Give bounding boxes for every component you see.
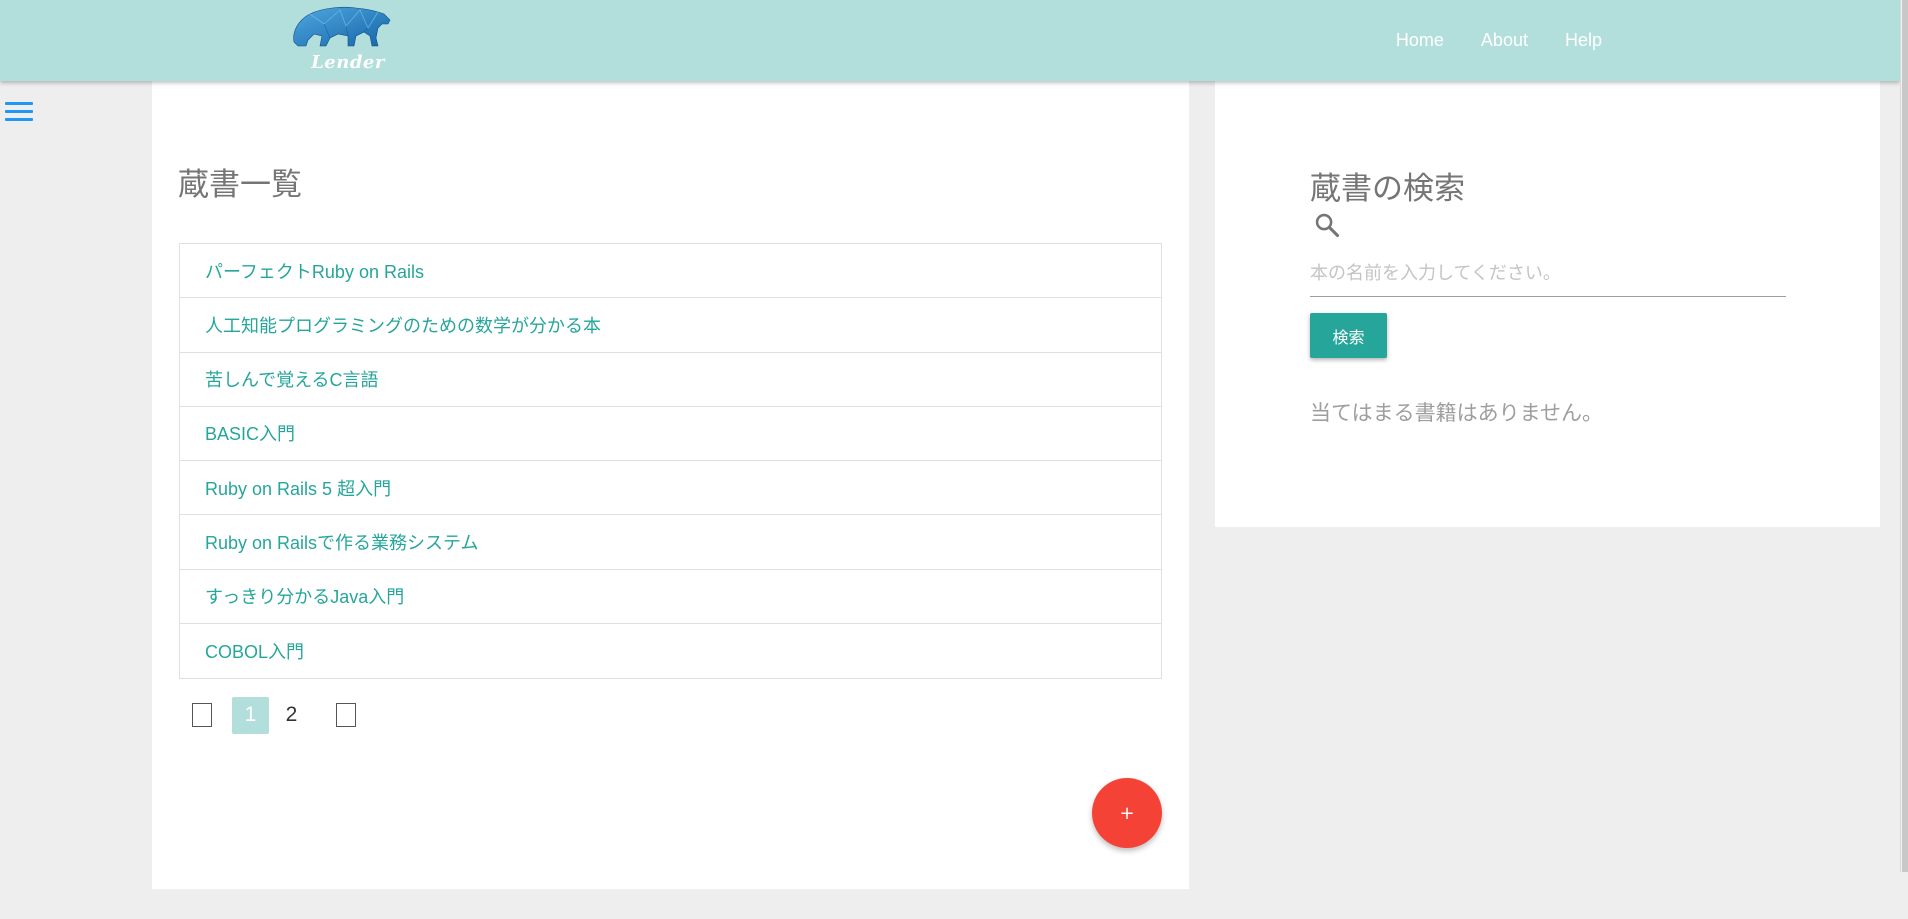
book-list-item[interactable]: Ruby on Rails 5 超入門 bbox=[180, 461, 1161, 516]
search-title: 蔵書の検索 bbox=[1310, 171, 1465, 207]
book-list-item[interactable]: パーフェクトRuby on Rails bbox=[180, 244, 1161, 299]
menu-icon-bar bbox=[5, 102, 33, 105]
top-navbar: Lender Home About Help bbox=[0, 0, 1900, 81]
book-list-item[interactable]: BASIC入門 bbox=[180, 407, 1161, 461]
pagination: 1 2 bbox=[192, 696, 356, 734]
book-list-item[interactable]: 人工知能プログラミングのための数学が分かる本 bbox=[180, 298, 1161, 353]
polar-bear-logo-icon bbox=[293, 6, 391, 47]
menu-icon-bar bbox=[5, 110, 33, 113]
book-list-panel: 蔵書一覧 パーフェクトRuby on Rails 人工知能プログラミングのための… bbox=[152, 81, 1189, 889]
no-result-message: 当てはまる書籍はありません。 bbox=[1310, 401, 1603, 425]
book-list-item[interactable]: Ruby on Railsで作る業務システム bbox=[180, 515, 1161, 570]
add-book-button[interactable]: + bbox=[1092, 778, 1162, 848]
book-list-item[interactable]: すっきり分かるJava入門 bbox=[180, 570, 1161, 624]
nav-link-help[interactable]: Help bbox=[1565, 30, 1602, 51]
page-scrollbar-thumb[interactable] bbox=[1902, 0, 1908, 872]
pagination-page-1[interactable]: 1 bbox=[232, 696, 269, 734]
menu-icon-bar bbox=[5, 118, 33, 121]
menu-icon[interactable] bbox=[5, 102, 35, 124]
search-button[interactable]: 検索 bbox=[1310, 313, 1387, 358]
book-list: パーフェクトRuby on Rails 人工知能プログラミングのための数学が分か… bbox=[179, 243, 1162, 679]
pagination-page-2[interactable]: 2 bbox=[273, 697, 310, 734]
search-icon bbox=[1315, 213, 1340, 238]
pagination-next-icon[interactable] bbox=[336, 703, 356, 727]
nav-link-about[interactable]: About bbox=[1481, 30, 1528, 51]
book-list-item[interactable]: COBOL入門 bbox=[180, 624, 1161, 678]
book-list-item[interactable]: 苦しんで覚えるC言語 bbox=[180, 353, 1161, 407]
page-scrollbar[interactable] bbox=[1900, 0, 1908, 872]
main-nav: Home About Help bbox=[1359, 0, 1602, 81]
search-panel: 蔵書の検索 検索 当てはまる書籍はありません。 bbox=[1215, 81, 1880, 527]
logo-text: Lender bbox=[311, 52, 385, 73]
page-title: 蔵書一覧 bbox=[178, 167, 302, 203]
pagination-prev-icon[interactable] bbox=[192, 703, 212, 727]
brand-logo[interactable]: Lender bbox=[284, 2, 396, 74]
book-search-input[interactable] bbox=[1310, 251, 1786, 297]
nav-link-home[interactable]: Home bbox=[1396, 30, 1444, 51]
